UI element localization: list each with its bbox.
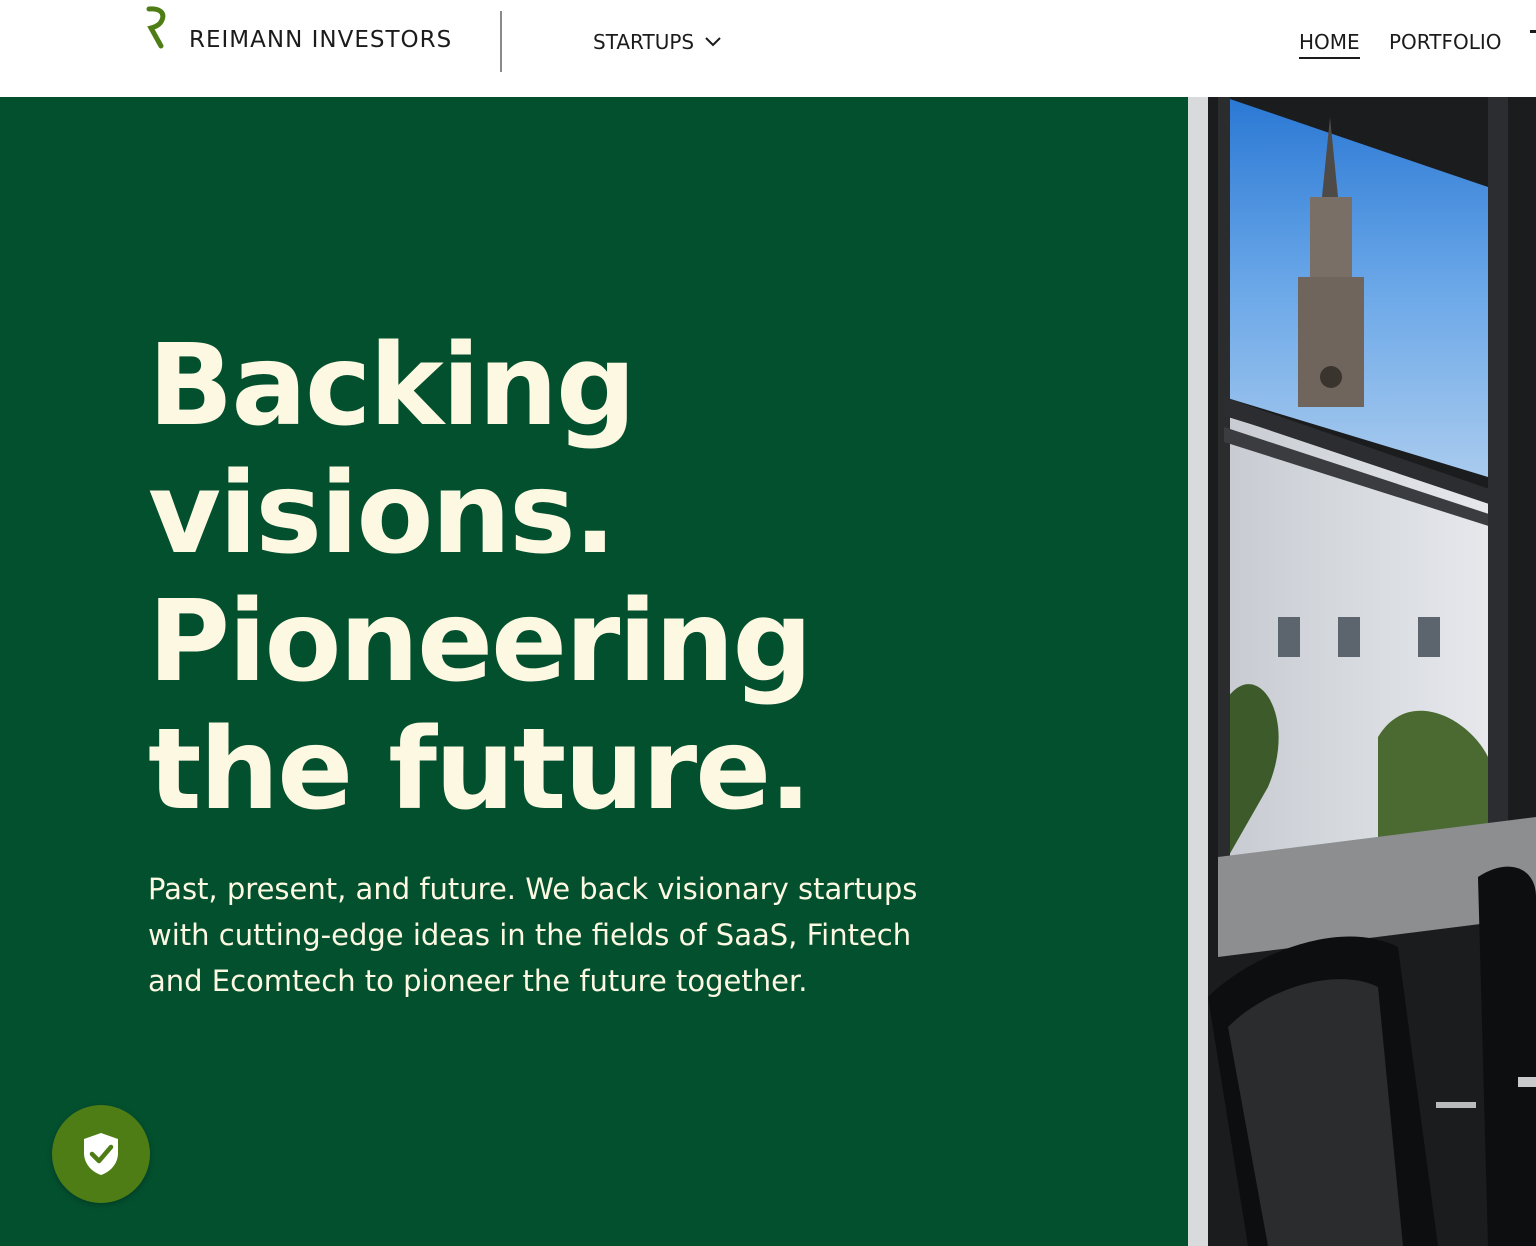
office-window-city-tower-photo [1188, 97, 1536, 1246]
headline-line: Pioneering [148, 577, 813, 707]
nav-portfolio-link[interactable]: PORTFOLIO [1389, 30, 1502, 54]
brand-name[interactable]: REIMANN INVESTORS [189, 27, 452, 53]
r-monogram-logo[interactable] [146, 6, 170, 52]
headline-line: visions. [148, 449, 616, 579]
nav-home-link[interactable]: HOME [1299, 30, 1360, 59]
header-divider [500, 11, 502, 72]
hero-description: Past, present, and future. We back visio… [148, 872, 918, 998]
hero-headline: Backing visions. Pioneering the future. [148, 321, 813, 835]
privacy-settings-button[interactable] [52, 1105, 150, 1203]
shield-check-icon [84, 1133, 118, 1175]
headline-line: the future. [148, 705, 812, 835]
nav-startups-dropdown[interactable]: STARTUPS [593, 30, 722, 54]
site-header: REIMANN INVESTORS STARTUPS HOME PORTFOLI… [0, 0, 1536, 97]
headline-line: Backing [148, 321, 636, 451]
nav-overflow-item[interactable] [1530, 30, 1536, 33]
chevron-down-icon [705, 37, 721, 47]
nav-startups-label: STARTUPS [593, 30, 695, 54]
